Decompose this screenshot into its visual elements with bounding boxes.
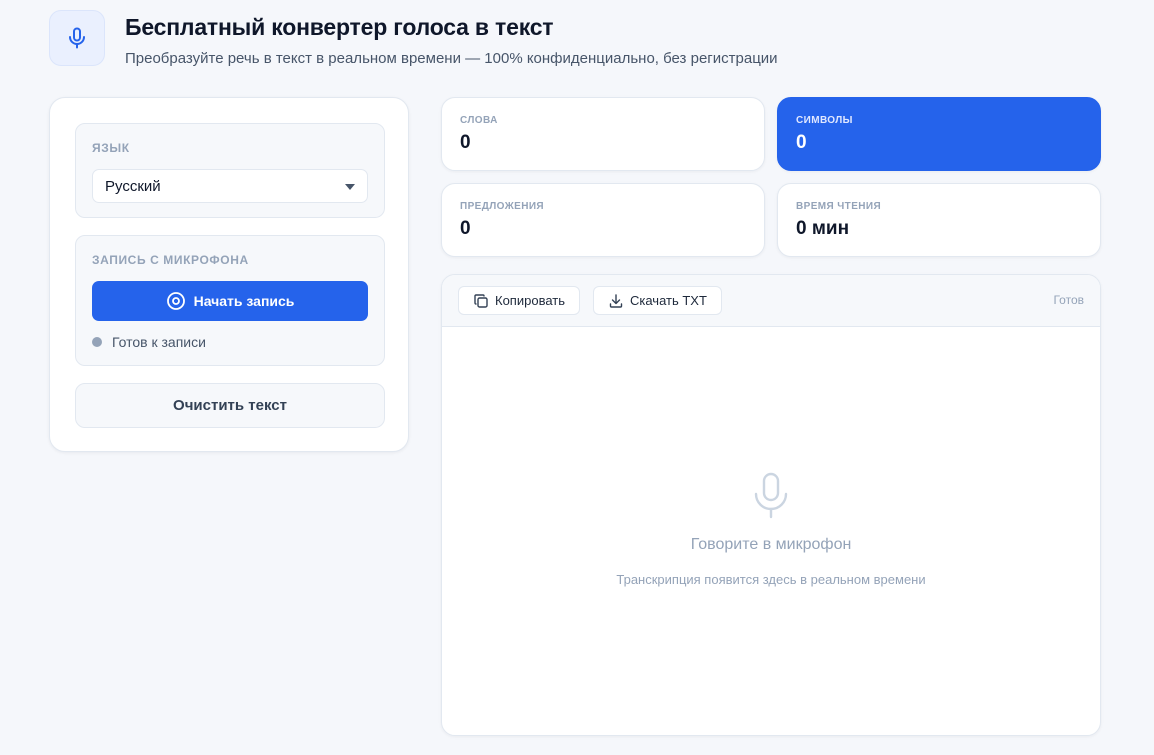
empty-state-subtitle: Транскрипция появится здесь в реальном в… <box>616 572 926 587</box>
app-logo <box>49 10 105 66</box>
copy-icon <box>474 293 488 308</box>
microphone-label: ЗАПИСЬ С МИКРОФОНА <box>92 253 249 267</box>
copy-button-label: Копировать <box>495 293 565 308</box>
status-dot <box>92 337 102 347</box>
empty-state: Говорите в микрофон Транскрипция появитс… <box>442 327 1100 735</box>
recording-status-text: Готов к записи <box>112 334 206 350</box>
clear-text-button[interactable]: Очистить текст <box>75 383 385 428</box>
page-header: Бесплатный конвертер голоса в текст Прео… <box>49 10 778 67</box>
stat-words-value: 0 <box>460 132 471 153</box>
stat-reading-time-label: ВРЕМЯ ЧТЕНИЯ <box>796 201 882 212</box>
download-button-label: Скачать TXT <box>630 293 707 308</box>
controls-panel: ЯЗЫК Русский ЗАПИСЬ С МИКРОФОНА Начать з… <box>49 97 409 452</box>
language-select[interactable]: Русский <box>92 169 368 203</box>
stat-characters-label: СИМВОЛЫ <box>796 115 853 126</box>
stat-words: СЛОВА 0 <box>441 97 765 171</box>
editor-status: Готов <box>1053 293 1084 307</box>
copy-button[interactable]: Копировать <box>458 286 580 315</box>
transcript-editor: Копировать Скачать TXT Готов Говорите в … <box>441 274 1101 736</box>
page-title: Бесплатный конвертер голоса в текст <box>125 14 554 40</box>
start-recording-button[interactable]: Начать запись <box>92 281 368 321</box>
microphone-icon <box>69 27 85 49</box>
microphone-section: ЗАПИСЬ С МИКРОФОНА Начать запись Готов к… <box>75 235 385 366</box>
download-txt-button[interactable]: Скачать TXT <box>593 286 722 315</box>
recording-status: Готов к записи <box>92 334 206 350</box>
editor-toolbar: Копировать Скачать TXT Готов <box>442 275 1100 327</box>
stat-words-label: СЛОВА <box>460 115 498 126</box>
stat-reading-time-value: 0 мин <box>796 218 850 239</box>
stat-sentences: ПРЕДЛОЖЕНИЯ 0 <box>441 183 765 257</box>
microphone-placeholder-icon <box>754 472 788 519</box>
stat-reading-time: ВРЕМЯ ЧТЕНИЯ 0 мин <box>777 183 1101 257</box>
start-recording-label: Начать запись <box>193 293 295 309</box>
language-section: ЯЗЫК Русский <box>75 123 385 218</box>
stat-sentences-label: ПРЕДЛОЖЕНИЯ <box>460 201 545 212</box>
caret-down-icon <box>345 184 355 190</box>
empty-state-title: Говорите в микрофон <box>690 536 852 553</box>
download-icon <box>609 293 623 308</box>
language-label: ЯЗЫК <box>92 141 130 155</box>
page-subtitle: Преобразуйте речь в текст в реальном вре… <box>125 50 778 67</box>
stat-characters: СИМВОЛЫ 0 <box>777 97 1101 171</box>
stat-sentences-value: 0 <box>460 218 471 239</box>
language-select-value: Русский <box>105 177 161 195</box>
stat-characters-value: 0 <box>796 132 807 153</box>
record-icon <box>166 291 186 311</box>
